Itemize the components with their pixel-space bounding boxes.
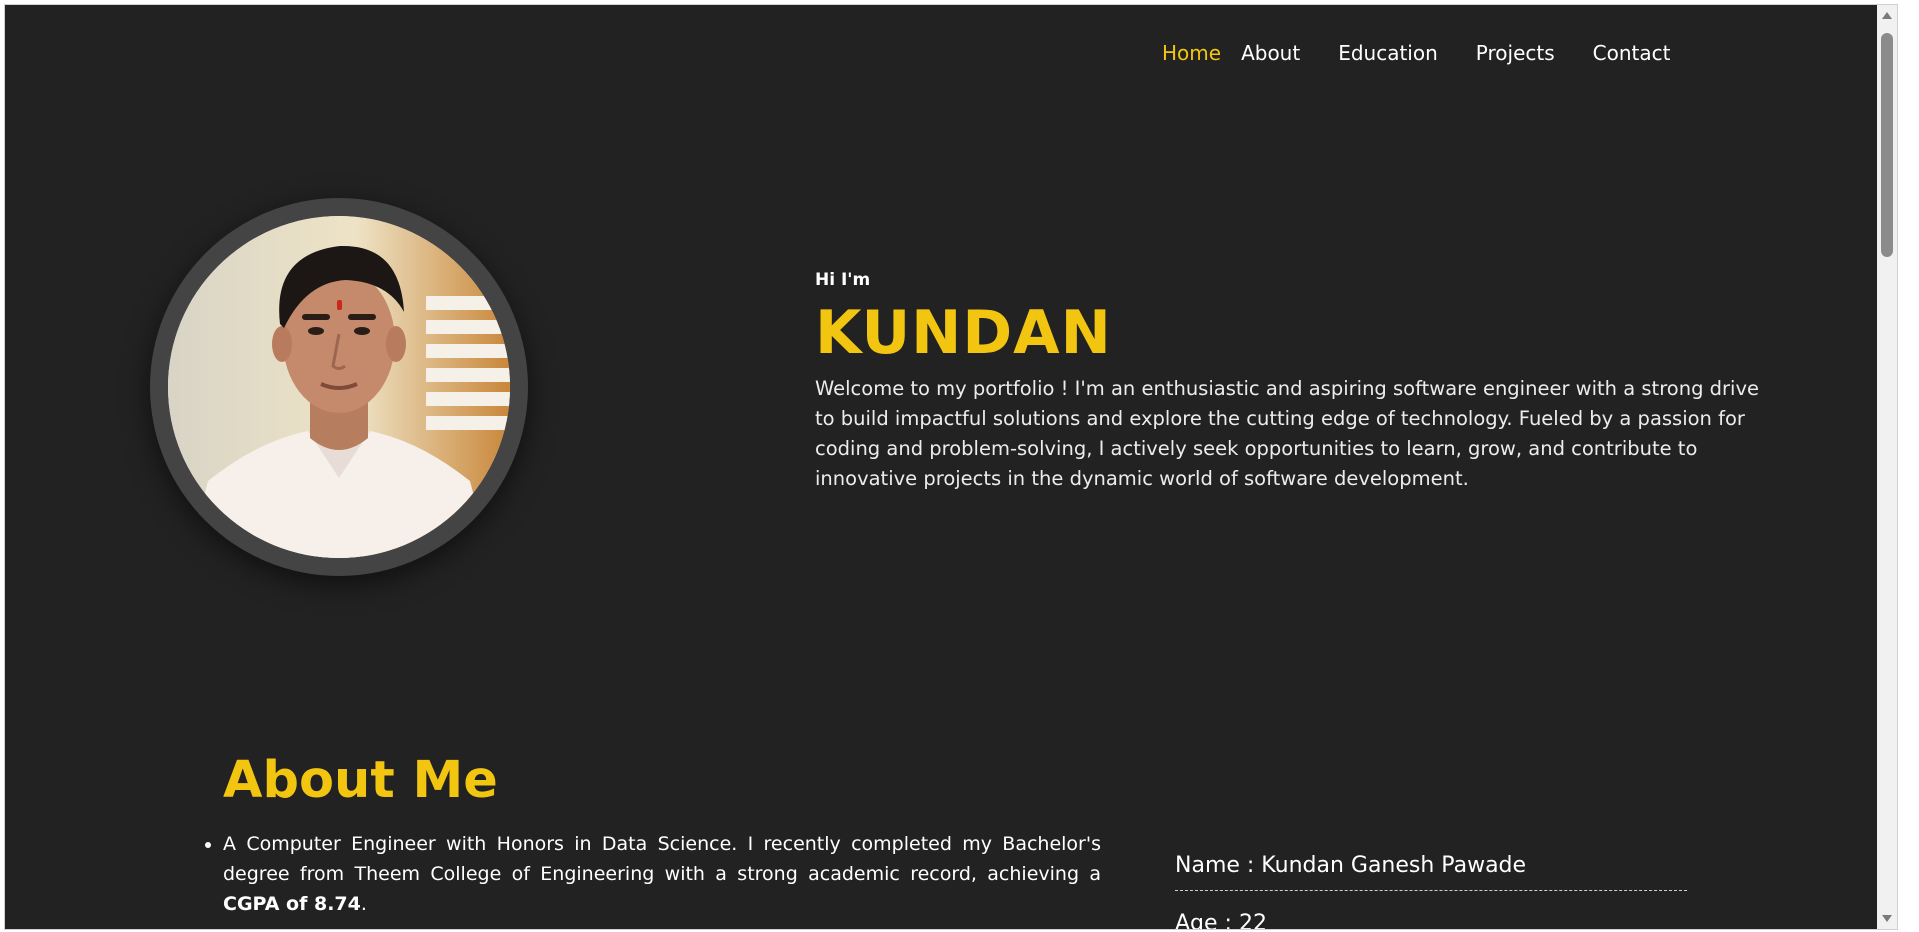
profile-photo	[168, 216, 510, 558]
hero-intro: Hi I'm KUNDAN Welcome to my portfolio ! …	[815, 270, 1765, 494]
hero-greeting: Hi I'm	[815, 270, 871, 290]
about-point: A Computer Engineer with Honors in Data …	[223, 829, 1101, 919]
about-point-end: .	[360, 893, 367, 915]
info-age-row: Age : 22	[1175, 911, 1687, 929]
about-point-text: A Computer Engineer with Honors in Data …	[223, 833, 1101, 885]
about-section-title: About Me	[223, 751, 498, 810]
browser-viewport: Home About Education Projects Contact Hi…	[4, 4, 1898, 930]
profile-portrait-image	[168, 216, 510, 558]
nav-about-link[interactable]: About	[1241, 41, 1300, 65]
hero-name: KUNDAN	[815, 298, 1112, 368]
profile-photo-frame	[150, 198, 528, 576]
scroll-down-icon[interactable]	[1882, 915, 1892, 922]
top-nav: Home About Education Projects Contact	[1162, 41, 1708, 65]
scroll-thumb[interactable]	[1881, 33, 1893, 257]
info-name-row: Name : Kundan Ganesh Pawade	[1175, 853, 1687, 891]
nav-education-link[interactable]: Education	[1338, 41, 1438, 65]
personal-info-card: Name : Kundan Ganesh Pawade Age : 22	[1175, 853, 1687, 929]
nav-home-link[interactable]: Home	[1162, 41, 1221, 65]
vertical-scrollbar[interactable]	[1877, 5, 1897, 929]
nav-contact-link[interactable]: Contact	[1593, 41, 1671, 65]
about-points-list: A Computer Engineer with Honors in Data …	[223, 829, 1101, 919]
scroll-up-icon[interactable]	[1882, 12, 1892, 19]
nav-projects-link[interactable]: Projects	[1476, 41, 1555, 65]
about-point-cgpa: CGPA of 8.74	[223, 893, 361, 915]
hero-description: Welcome to my portfolio ! I'm an enthusi…	[815, 377, 1759, 490]
